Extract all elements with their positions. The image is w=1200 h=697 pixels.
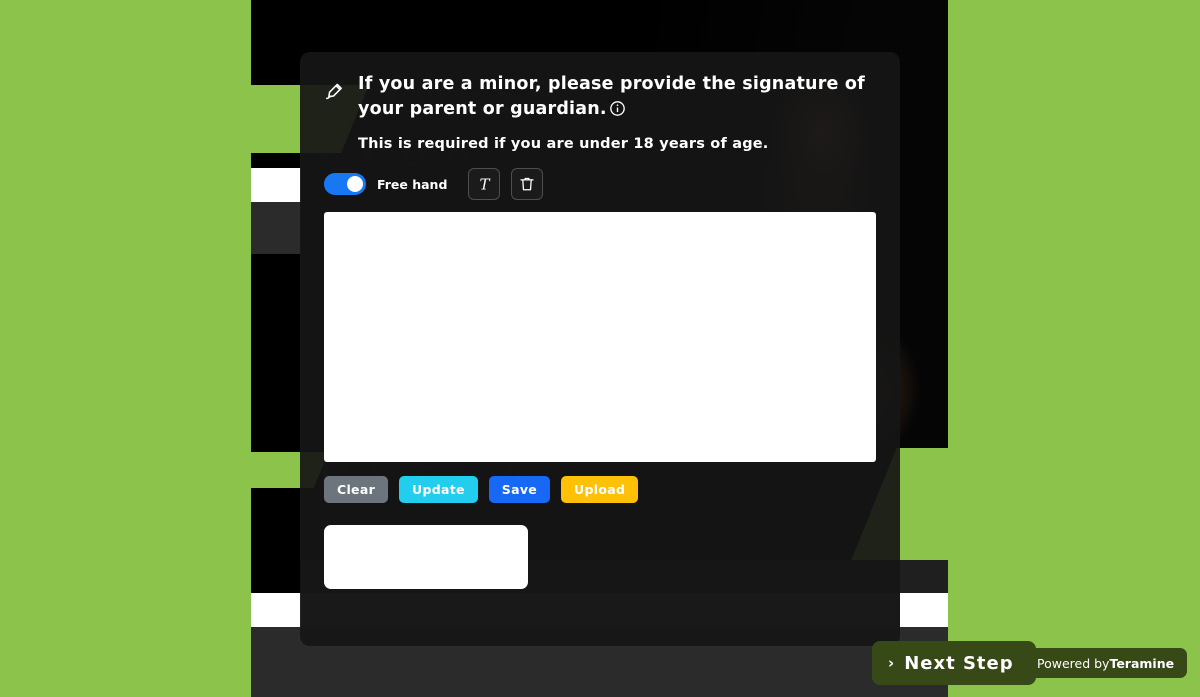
next-step-label: Next Step [904, 652, 1014, 674]
content-column: FITNESS CLUB OFFER If you are a minor, p… [251, 0, 948, 697]
update-button[interactable]: Update [399, 476, 478, 503]
info-icon[interactable] [609, 100, 626, 117]
free-hand-toggle-label: Free hand [377, 176, 448, 192]
signature-action-row: Clear Update Save Upload [300, 462, 900, 503]
toggle-knob [347, 176, 363, 192]
decorative-band [251, 593, 301, 627]
save-button[interactable]: Save [488, 476, 551, 503]
modal-subtitle: This is required if you are under 18 yea… [358, 136, 769, 152]
free-hand-toggle[interactable] [324, 173, 366, 195]
signature-modal: If you are a minor, please provide the s… [300, 52, 900, 646]
page-title: If you are a minor, please provide the s… [358, 72, 876, 122]
next-step-button[interactable]: › Next Step [872, 641, 1036, 685]
signature-pen-icon [324, 80, 346, 108]
upload-button[interactable]: Upload [561, 476, 639, 503]
modal-header-text: If you are a minor, please provide the s… [358, 72, 876, 152]
decorative-band [251, 168, 301, 202]
decorative-band [900, 593, 948, 627]
clear-button[interactable]: Clear [324, 476, 389, 503]
signature-canvas[interactable] [324, 212, 876, 462]
powered-by-prefix: Powered by [1037, 655, 1110, 671]
chevron-right-icon: › [888, 654, 896, 672]
delete-tool-button[interactable] [511, 168, 544, 200]
powered-by-badge[interactable]: Powered by Teramine [1024, 648, 1188, 678]
teramine-brand: Teramine [1109, 655, 1175, 671]
text-tool-button[interactable]: T [468, 168, 501, 200]
signature-preview [324, 525, 528, 589]
signature-toolbar: Free hand T [300, 152, 900, 200]
trash-icon [518, 175, 536, 193]
decorative-band [251, 202, 301, 254]
page-root: FITNESS CLUB OFFER If you are a minor, p… [0, 0, 1200, 697]
modal-header: If you are a minor, please provide the s… [300, 52, 900, 152]
svg-text:T: T [479, 175, 490, 193]
text-tool-icon: T [475, 175, 494, 194]
